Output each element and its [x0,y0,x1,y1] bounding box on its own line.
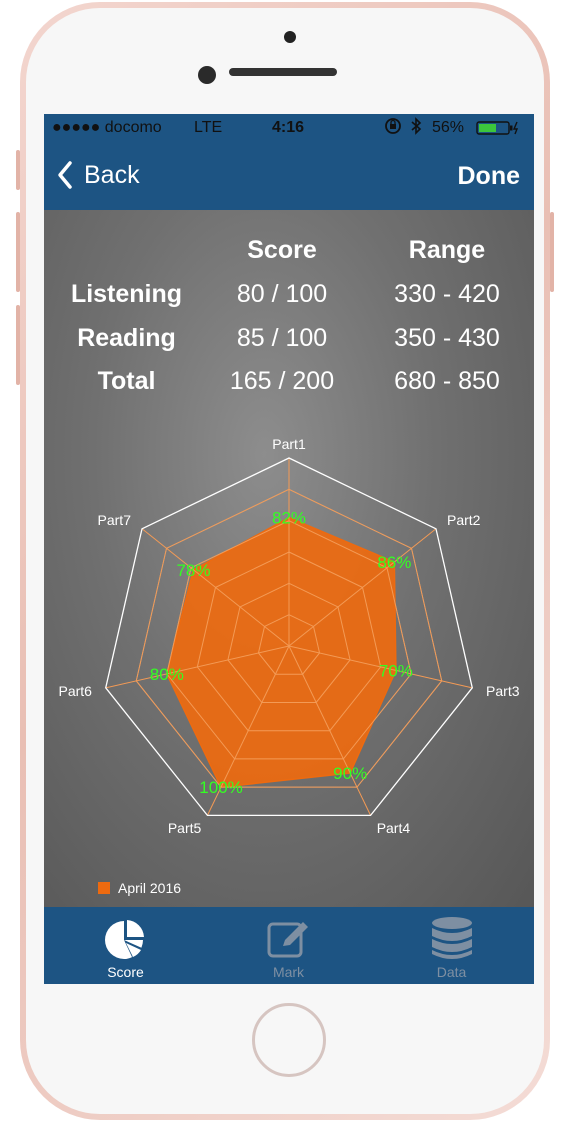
pie-chart-icon [105,919,145,959]
rotation-lock-icon [384,117,402,140]
radar-value-label: 86% [377,553,411,572]
home-button[interactable] [252,1003,326,1077]
bluetooth-icon [410,117,422,140]
back-button[interactable]: Back [56,160,140,190]
radar-value-label: 90% [333,764,367,783]
radar-category-label: Part1 [272,436,306,452]
tab-data[interactable]: Data [370,907,533,984]
radar-category-label: Part3 [486,683,520,699]
score-header: Score [247,236,317,264]
power-button [550,212,554,292]
tab-bar: Score Mark Data [44,907,534,984]
row-label-total: Total [97,367,156,395]
volume-down-button [16,305,20,385]
range-header: Range [408,236,486,264]
reading-range: 350 - 430 [394,324,500,352]
listening-range: 330 - 420 [394,280,500,308]
tab-data-label: Data [436,964,467,980]
edit-icon [267,922,308,958]
tab-mark[interactable]: Mark [207,907,370,984]
carrier-label: ●●●●● docomo [52,119,162,136]
volume-up-button [16,212,20,292]
radar-value-label: 70% [379,661,413,680]
radar-value-label: 100% [199,778,242,797]
reading-score: 85 / 100 [236,324,328,352]
tab-score[interactable]: Score [44,907,207,984]
battery-icon [476,121,520,140]
navigation-bar: Back Done [44,142,534,210]
network-label: LTE [194,119,223,136]
back-label: Back [84,160,140,189]
database-icon [432,917,472,959]
legend-swatch [98,882,110,894]
tab-score-label: Score [107,964,144,980]
radar-value-label: 78% [176,561,210,580]
mute-switch [16,150,20,190]
radar-value-label: 82% [272,509,306,528]
clock: 4:16 [272,119,305,136]
radar-category-label: Part2 [447,512,481,528]
radar-chart: Part1 Part2 Part3 Part4 Part5 Part6 Part7 82% 86… [58,436,520,896]
front-camera [284,31,296,43]
total-score: 165 / 200 [229,367,335,395]
app-screen: ●●●●● docomo LTE 4:16 56% Back Done Scor… [44,114,534,984]
legend-label: April 2016 [118,880,181,896]
radar-category-label: Part4 [377,820,411,836]
done-button[interactable]: Done [458,162,521,191]
row-label-listening: Listening [70,280,183,308]
radar-value-label: 80% [150,665,184,684]
battery-percent: 56% [432,119,465,136]
radar-category-label: Part5 [168,820,202,836]
status-bar: ●●●●● docomo LTE 4:16 56% [44,114,534,142]
radar-category-label: Part7 [98,512,132,528]
row-label-reading: Reading [77,324,176,352]
earpiece-speaker [229,68,337,76]
proximity-sensor [198,66,216,84]
tab-mark-label: Mark [272,964,305,980]
chevron-left-icon [58,161,72,189]
radar-category-label: Part6 [58,683,92,699]
listening-score: 80 / 100 [236,280,328,308]
total-range: 680 - 850 [394,367,500,395]
score-content: Score Range Listening 80 / 100 330 - 420… [44,210,534,907]
